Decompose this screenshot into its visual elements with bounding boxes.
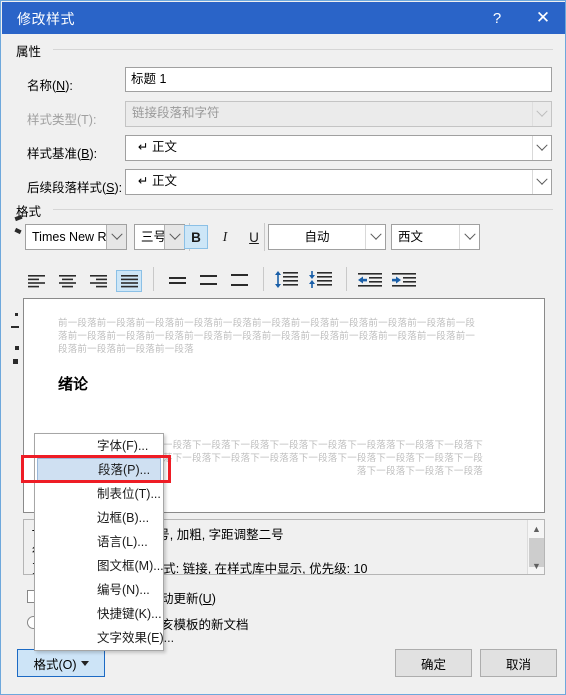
toolbar-separator-4	[263, 267, 264, 291]
properties-group-label: 属性	[16, 41, 47, 60]
menu-item-shortcut-key[interactable]: 快捷键(K)...	[35, 602, 163, 626]
align-justify-button[interactable]	[116, 270, 142, 292]
italic-button[interactable]: I	[213, 225, 237, 249]
menu-item-tabs[interactable]: 制表位(T)...	[35, 482, 163, 506]
increase-paragraph-spacing-icon	[275, 271, 298, 288]
cursor-artifact	[15, 313, 18, 316]
font-name-combo[interactable]: Times New Rc	[25, 224, 127, 250]
style-based-on-value: ↵ 正文	[138, 140, 177, 154]
font-size-combo[interactable]: 三号	[134, 224, 185, 250]
cancel-button[interactable]: 取消	[480, 649, 557, 677]
font-color-combo[interactable]: 自动	[268, 224, 386, 250]
underline-button[interactable]: U	[242, 225, 266, 249]
next-style-combo[interactable]: ↵ 正文	[125, 169, 552, 195]
align-justify-icon	[120, 274, 138, 287]
format-button-label: 格式(O)	[33, 657, 77, 672]
cursor-artifact	[11, 326, 19, 328]
menu-item-text-effects[interactable]: 文字效果(E)...	[35, 626, 174, 650]
font-size-value: 三号	[141, 230, 167, 244]
decrease-indent-icon	[358, 272, 382, 287]
chevron-down-icon[interactable]	[164, 225, 184, 249]
menu-item-language[interactable]: 语言(L)...	[35, 530, 163, 554]
align-right-icon	[89, 274, 107, 287]
properties-group-rule	[53, 49, 553, 50]
close-icon[interactable]: ✕	[520, 2, 565, 34]
script-value: 西文	[398, 230, 424, 244]
title-bar: 修改样式 ? ✕	[2, 2, 565, 34]
auto-update-label: 动更新(U)	[161, 592, 216, 606]
next-style-value: ↵ 正文	[138, 174, 177, 188]
format-group-rule	[53, 209, 553, 210]
name-label: 名称(N):	[27, 79, 73, 93]
line-spacing-double-button[interactable]	[226, 270, 252, 292]
format-button[interactable]: 格式(O)	[17, 649, 105, 677]
menu-item-paragraph[interactable]: 段落(P)...	[37, 458, 161, 482]
toolbar-separator-2	[264, 223, 265, 251]
name-input[interactable]: 标题 1	[125, 67, 552, 92]
new-docs-label: 亥模板的新文档	[161, 618, 249, 632]
cursor-artifact	[14, 227, 22, 235]
chevron-down-icon[interactable]	[106, 225, 126, 249]
increase-indent-button[interactable]	[390, 269, 418, 291]
cursor-artifact	[14, 214, 23, 222]
menu-item-numbering[interactable]: 编号(N)...	[35, 578, 163, 602]
increase-paragraph-spacing-button[interactable]	[273, 268, 301, 292]
increase-indent-icon	[392, 272, 416, 287]
chevron-down-icon	[532, 102, 551, 126]
menu-item-frame[interactable]: 图文框(M)...	[35, 554, 164, 578]
scroll-down-arrow-icon[interactable]: ▼	[528, 557, 544, 574]
cursor-artifact	[13, 359, 18, 364]
toolbar-separator-5	[346, 267, 347, 291]
align-center-icon	[58, 274, 76, 287]
preview-before-text: 前一段落前一段落前一段落前一段落前一段落前一段落前一段落前一段落前一段落前一段落…	[58, 318, 476, 355]
chevron-down-icon[interactable]	[365, 225, 385, 249]
align-right-button[interactable]	[85, 270, 111, 292]
style-based-on-combo[interactable]: ↵ 正文	[125, 135, 552, 161]
chevron-down-icon[interactable]	[532, 136, 551, 160]
align-left-button[interactable]	[23, 270, 49, 292]
decrease-paragraph-spacing-icon	[309, 271, 332, 288]
menu-item-border[interactable]: 边框(B)...	[35, 506, 163, 530]
style-type-label: 样式类型(T):	[27, 113, 97, 127]
format-dropdown-menu[interactable]: 字体(F)... 段落(P)... 制表位(T)... 边框(B)... 语言(…	[34, 433, 174, 651]
style-type-combo: 链接段落和字符	[125, 101, 552, 127]
toolbar-separator-3	[153, 267, 154, 291]
description-scrollbar[interactable]: ▲ ▼	[527, 520, 544, 574]
align-left-icon	[27, 274, 45, 287]
ok-button[interactable]: 确定	[395, 649, 472, 677]
dialog-title: 修改样式	[17, 11, 75, 27]
chevron-down-icon[interactable]	[532, 170, 551, 194]
line-spacing-single-button[interactable]	[164, 270, 190, 292]
cursor-artifact	[15, 346, 19, 350]
font-name-value: Times New Rc	[32, 230, 113, 244]
help-icon[interactable]: ?	[474, 2, 520, 34]
menu-item-font[interactable]: 字体(F)...	[35, 434, 163, 458]
modify-style-dialog: 修改样式 ? ✕ 属性 名称(N): 标题 1 样式类型(T): 链接段落和字符…	[0, 0, 566, 695]
scroll-up-arrow-icon[interactable]: ▲	[528, 520, 544, 537]
decrease-paragraph-spacing-button[interactable]	[307, 268, 335, 292]
line-spacing-1-5-button[interactable]	[195, 270, 221, 292]
bold-button[interactable]: B	[184, 225, 208, 249]
chevron-down-icon[interactable]	[459, 225, 479, 249]
script-combo[interactable]: 西文	[391, 224, 480, 250]
line-spacing-double-icon	[230, 274, 248, 286]
caret-down-icon	[80, 660, 89, 666]
next-style-label: 后续段落样式(S):	[27, 181, 123, 195]
decrease-indent-button[interactable]	[356, 269, 384, 291]
line-spacing-single-icon	[168, 277, 186, 284]
style-based-on-label: 样式基准(B):	[27, 147, 98, 161]
style-type-value: 链接段落和字符	[132, 106, 220, 120]
line-spacing-1-5-icon	[199, 275, 217, 285]
preview-heading: 绪论	[58, 375, 89, 393]
align-center-button[interactable]	[54, 270, 80, 292]
